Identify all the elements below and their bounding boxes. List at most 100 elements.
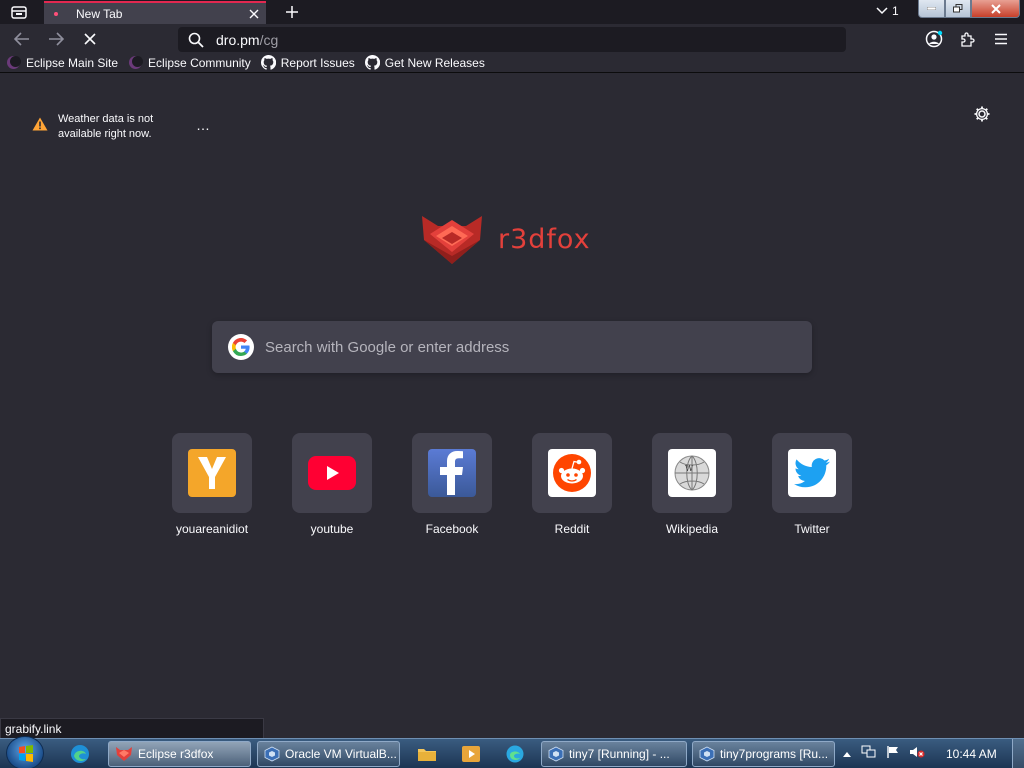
top-site-tile[interactable] bbox=[172, 433, 252, 513]
bookmark-get-new-releases[interactable]: Get New Releases bbox=[364, 55, 485, 70]
forward-button[interactable] bbox=[45, 28, 67, 50]
plus-icon bbox=[286, 6, 298, 18]
tab-close-button[interactable] bbox=[244, 4, 264, 24]
top-site-wikipedia[interactable]: W Wikipedia bbox=[652, 433, 732, 536]
bookmark-eclipse-community[interactable]: Eclipse Community bbox=[128, 55, 251, 70]
top-site-label: Facebook bbox=[425, 522, 479, 536]
twitter-icon bbox=[788, 449, 836, 497]
taskbar-item-label: tiny7 [Running] - ... bbox=[569, 747, 670, 761]
forward-arrow-icon bbox=[49, 32, 64, 46]
taskbar-item-r3dfox[interactable]: Eclipse r3dfox bbox=[108, 741, 251, 767]
logo-wordmark: r3dfox bbox=[498, 223, 591, 255]
top-site-tile[interactable] bbox=[532, 433, 612, 513]
bookmark-label: Report Issues bbox=[280, 55, 355, 70]
top-site-label: youtube bbox=[310, 522, 354, 536]
window-close-button[interactable] bbox=[971, 0, 1020, 18]
gear-icon bbox=[974, 106, 990, 122]
search-icon bbox=[188, 32, 204, 48]
media-player-icon[interactable] bbox=[459, 743, 483, 765]
windows-logo-icon bbox=[19, 745, 33, 762]
new-tab-button[interactable] bbox=[282, 2, 302, 22]
top-site-reddit[interactable]: Reddit bbox=[532, 433, 612, 536]
firefox-view-button[interactable] bbox=[0, 0, 38, 24]
hamburger-menu-icon bbox=[995, 33, 1007, 45]
show-desktop-button[interactable] bbox=[1012, 739, 1024, 768]
back-button[interactable] bbox=[11, 28, 33, 50]
tab-loading-indicator bbox=[54, 11, 58, 16]
youareanidiot-icon bbox=[188, 449, 236, 497]
r3dfox-logo: r3dfox bbox=[420, 212, 591, 266]
svg-text:W: W bbox=[685, 464, 694, 473]
app-menu-button[interactable] bbox=[990, 28, 1012, 50]
tab-new-tab[interactable]: New Tab bbox=[44, 1, 266, 24]
virtualbox-icon bbox=[699, 746, 715, 762]
youtube-icon bbox=[308, 449, 356, 497]
google-icon bbox=[228, 334, 254, 360]
window-controls bbox=[918, 0, 1022, 20]
action-center-flag-icon[interactable] bbox=[886, 745, 900, 764]
top-site-tile[interactable]: W bbox=[652, 433, 732, 513]
weather-more-button[interactable]: … bbox=[196, 117, 211, 133]
close-icon bbox=[249, 9, 259, 18]
taskbar-item-label: tiny7programs [Ru... bbox=[720, 747, 829, 761]
top-site-label: youareanidiot bbox=[175, 522, 249, 536]
top-site-youtube[interactable]: youtube bbox=[292, 433, 372, 536]
top-site-tile[interactable] bbox=[292, 433, 372, 513]
chevron-down-icon bbox=[876, 7, 888, 15]
reddit-icon bbox=[548, 449, 596, 497]
top-site-youareanidiot[interactable]: youareanidiot bbox=[172, 433, 252, 536]
eclipse-icon bbox=[6, 55, 21, 70]
taskbar-clock[interactable]: 10:44 AM bbox=[946, 747, 997, 761]
github-icon bbox=[260, 55, 276, 70]
search-input[interactable] bbox=[265, 338, 785, 356]
list-all-tabs-button[interactable]: 1 bbox=[876, 4, 899, 18]
newtab-search-bar[interactable] bbox=[212, 321, 812, 373]
edge-icon[interactable] bbox=[68, 743, 92, 765]
bookmark-label: Eclipse Community bbox=[148, 55, 251, 70]
bookmark-report-issues[interactable]: Report Issues bbox=[260, 55, 355, 70]
folder-icon[interactable] bbox=[415, 743, 439, 765]
network-icon[interactable] bbox=[861, 745, 877, 764]
top-site-tile[interactable] bbox=[412, 433, 492, 513]
tabs-count: 1 bbox=[892, 4, 899, 18]
url-path: /cg bbox=[259, 31, 279, 48]
top-site-twitter[interactable]: Twitter bbox=[772, 433, 852, 536]
tab-strip: New Tab 1 bbox=[0, 0, 1024, 24]
back-arrow-icon bbox=[14, 32, 29, 46]
edge-legacy-icon[interactable] bbox=[503, 743, 527, 765]
top-site-facebook[interactable]: Facebook bbox=[412, 433, 492, 536]
system-tray bbox=[842, 739, 925, 768]
weather-message: Weather data is not available right now. bbox=[58, 113, 154, 140]
url-bar[interactable]: dro.pm/cg bbox=[178, 27, 846, 52]
taskbar-item-virtualbox[interactable]: Oracle VM VirtualB... bbox=[257, 741, 400, 767]
puzzle-icon bbox=[961, 32, 975, 47]
personalize-button[interactable] bbox=[973, 105, 993, 125]
taskbar-item-tiny7programs[interactable]: tiny7programs [Ru... bbox=[692, 741, 835, 767]
extensions-button[interactable] bbox=[957, 28, 979, 50]
tray-expand-icon[interactable] bbox=[842, 745, 852, 763]
firefox-view-icon bbox=[11, 6, 27, 19]
account-button[interactable] bbox=[923, 28, 945, 50]
bookmark-eclipse-main-site[interactable]: Eclipse Main Site bbox=[6, 55, 118, 70]
eclipse-icon bbox=[128, 55, 144, 70]
weather-widget: Weather data is not available right now. bbox=[32, 112, 178, 142]
top-site-label: Twitter bbox=[794, 522, 830, 536]
bookmarks-toolbar: Eclipse Main Site Eclipse Community Repo… bbox=[0, 53, 1024, 73]
taskbar-item-label: Eclipse r3dfox bbox=[138, 747, 214, 761]
top-site-label: Reddit bbox=[554, 522, 590, 536]
stop-button[interactable] bbox=[79, 28, 101, 50]
minimize-icon bbox=[927, 7, 936, 10]
start-button[interactable] bbox=[6, 736, 44, 768]
top-site-label: Wikipedia bbox=[665, 522, 719, 536]
status-panel: grabify.link bbox=[0, 718, 264, 739]
warning-icon bbox=[32, 117, 48, 136]
taskbar-item-tiny7[interactable]: tiny7 [Running] - ... bbox=[541, 741, 687, 767]
minimize-button[interactable] bbox=[918, 0, 945, 18]
r3dfox-icon bbox=[115, 746, 133, 762]
close-icon bbox=[990, 3, 1001, 14]
restore-button[interactable] bbox=[945, 0, 971, 18]
taskbar-item-label: Oracle VM VirtualB... bbox=[285, 747, 397, 761]
virtualbox-icon bbox=[548, 746, 564, 762]
top-site-tile[interactable] bbox=[772, 433, 852, 513]
volume-muted-icon[interactable] bbox=[909, 745, 925, 764]
